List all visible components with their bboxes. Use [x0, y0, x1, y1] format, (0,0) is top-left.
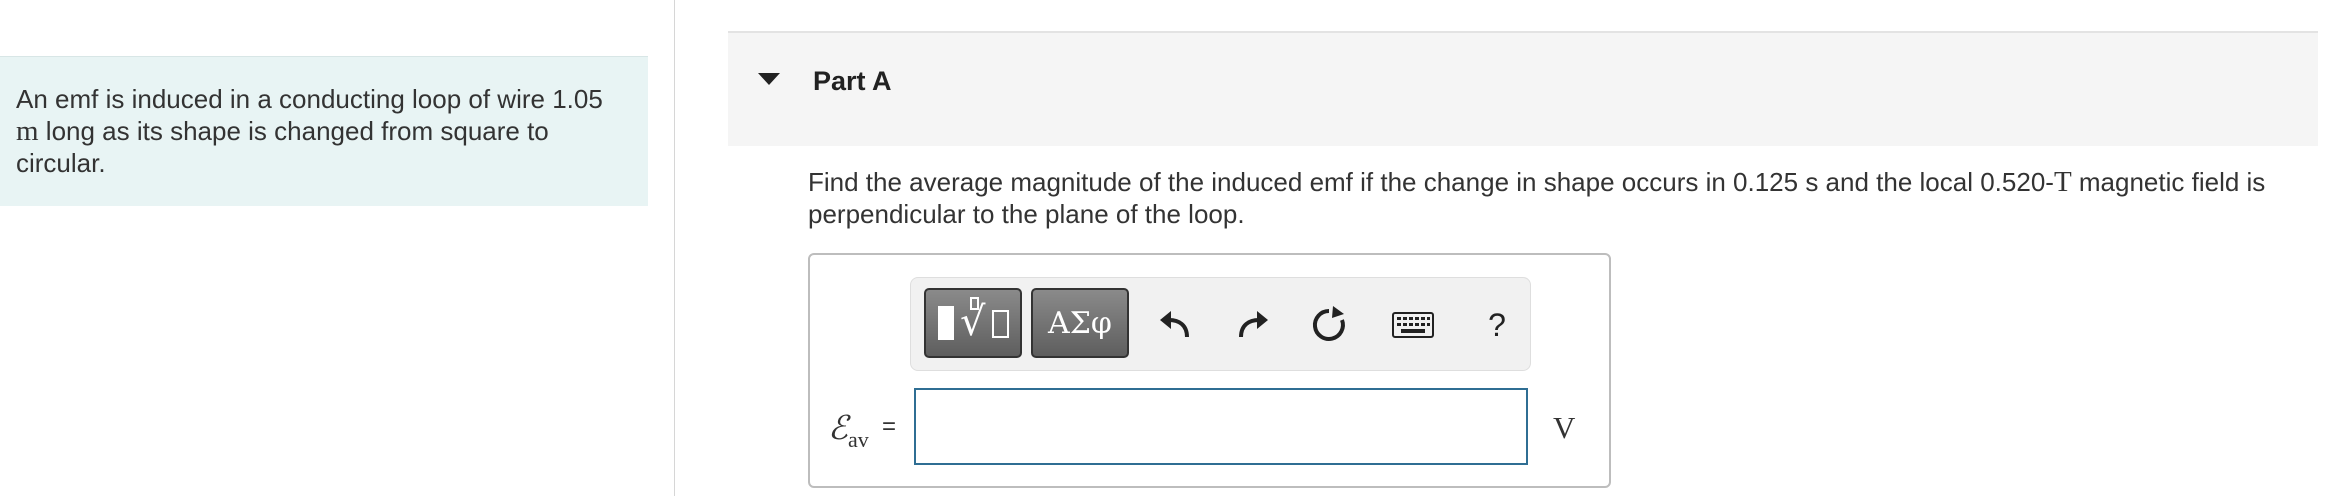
greek-symbols-button[interactable]: ΑΣφ — [1031, 288, 1129, 358]
part-header[interactable]: Part A — [728, 31, 2318, 146]
part-title: Part A — [813, 66, 892, 96]
math-toolbar: √ ΑΣφ ? — [910, 277, 1531, 371]
problem-intro: An emf is induced in a conducting loop o… — [0, 56, 648, 206]
variable-symbol: ℰ — [828, 411, 848, 447]
intro-text-1: An emf is induced in a conducting loop o… — [16, 84, 603, 114]
caret-down-icon[interactable] — [758, 73, 780, 85]
answer-variable: ℰav — [828, 408, 869, 452]
templates-button[interactable]: √ — [924, 288, 1022, 358]
help-button[interactable]: ? — [1475, 303, 1519, 347]
question-text-1: Find the average magnitude of the induce… — [808, 167, 2054, 197]
answer-input[interactable] — [914, 388, 1528, 465]
keyboard-icon[interactable] — [1389, 303, 1437, 347]
problem-pane: An emf is induced in a conducting loop o… — [0, 0, 675, 496]
redo-icon[interactable] — [1231, 303, 1275, 347]
intro-unit: m — [16, 115, 39, 147]
intro-text-2: long as its shape is changed from square… — [16, 116, 549, 178]
equals-sign: = — [882, 413, 897, 440]
question-unit: T — [2053, 166, 2072, 198]
reset-icon[interactable] — [1307, 303, 1351, 347]
question-text: Find the average magnitude of the induce… — [808, 166, 2318, 230]
answer-box: √ ΑΣφ ? ℰav = V — [808, 253, 1611, 488]
undo-icon[interactable] — [1153, 303, 1197, 347]
part-pane: Part A Find the average magnitude of the… — [676, 0, 2332, 496]
answer-unit: V — [1553, 410, 1576, 445]
variable-subscript: av — [847, 427, 869, 452]
